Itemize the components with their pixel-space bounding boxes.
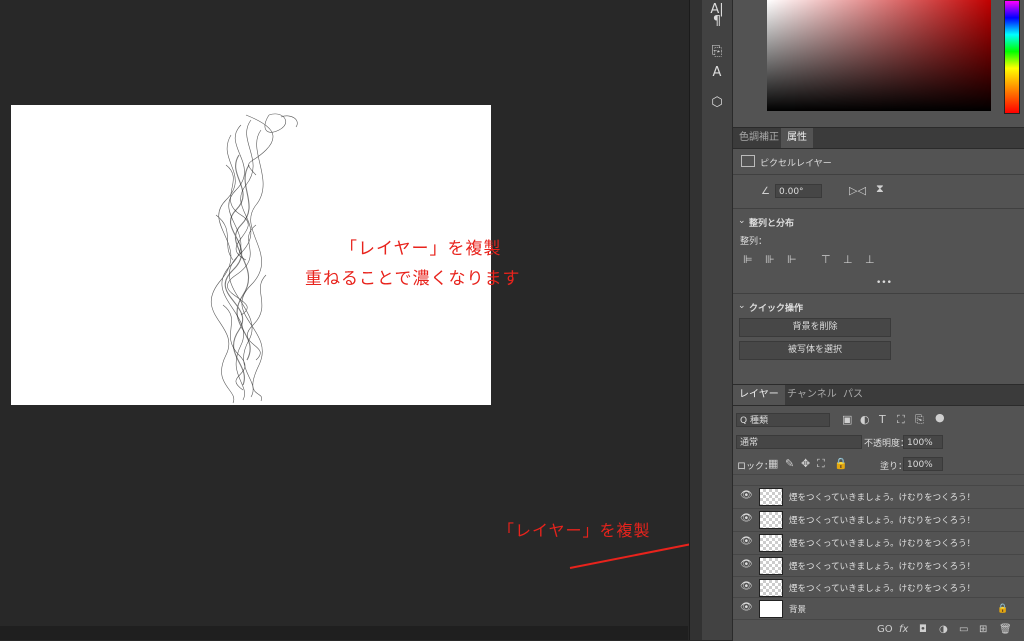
layers-tabbar: レイヤー チャンネル パス	[733, 384, 1024, 406]
align-top-icon[interactable]: ⊤	[821, 254, 831, 266]
layer-thumbnail	[759, 557, 783, 575]
canvas-annotation-line1: 「レイヤー」を複製	[340, 239, 502, 259]
paragraph-icon[interactable]: ¶	[706, 12, 728, 32]
new-layer-icon[interactable]: ⊞	[979, 624, 987, 635]
layer-name: 煙をつくっていきましょう。けむりをつくろう！	[789, 539, 976, 549]
layer-row-background[interactable]: 👁 背景 🔒	[733, 597, 1024, 619]
layer-thumbnail	[759, 534, 783, 552]
layer-row[interactable]: 👁 煙をつくっていきましょう。けむりをつくろう！	[733, 531, 1024, 553]
panel-icon-column: A| ¶ ⎘ A ⬡	[702, 0, 733, 640]
filter-smart-object-icon[interactable]: ⎘	[915, 414, 924, 426]
horizontal-scrollbar[interactable]	[0, 626, 688, 640]
angle-icon: ∠	[761, 186, 770, 197]
eye-icon[interactable]: 👁	[740, 560, 753, 570]
remove-background-button[interactable]: 背景を削除	[739, 318, 891, 337]
new-group-icon[interactable]: ▭	[959, 624, 968, 635]
layer-name: 煙をつくっていきましょう。けむりをつくろう！	[789, 584, 976, 594]
filter-pixel-icon[interactable]: ▣	[842, 414, 852, 426]
layer-name: 煙をつくっていきましょう。けむりをつくろう！	[789, 493, 976, 503]
layer-filter-select[interactable]: Q 種類	[736, 413, 830, 427]
align-right-icon[interactable]: ⊩	[787, 254, 797, 266]
flip-horizontal-icon[interactable]: ▷◁	[849, 185, 866, 197]
divider	[733, 293, 1024, 294]
lock-transparent-icon[interactable]: ▦	[768, 458, 778, 470]
layer-row[interactable]: 👁 煙をつくっていきましょう。けむりをつくろう！	[733, 576, 1024, 598]
3d-cube-icon[interactable]: ⬡	[706, 93, 728, 113]
quick-actions-title: クイック操作	[749, 304, 804, 314]
eye-icon[interactable]: 👁	[740, 491, 753, 501]
layer-thumbnail	[759, 600, 783, 618]
adjustment-layer-icon[interactable]: ◑	[939, 624, 948, 635]
select-subject-button[interactable]: 被写体を選択	[739, 341, 891, 360]
tab-properties[interactable]: 属性	[781, 128, 813, 148]
tab-channels[interactable]: チャンネル	[781, 385, 843, 405]
color-picker-field[interactable]	[767, 0, 991, 111]
add-mask-icon[interactable]: ◘	[919, 624, 927, 635]
align-section-title: 整列と分布	[749, 219, 795, 229]
layer-row[interactable]: 👁 煙をつくっていきましょう。けむりをつくろう！	[733, 554, 1024, 576]
layers-footer: GO fx ◘ ◑ ▭ ⊞ 🗑	[733, 619, 1024, 641]
layer-thumbnail	[759, 488, 783, 506]
filter-shape-icon[interactable]: ⛶	[897, 414, 905, 426]
align-center-h-icon[interactable]: ⊪	[765, 254, 775, 266]
eye-icon[interactable]: 👁	[740, 582, 753, 592]
layer-name: 煙をつくっていきましょう。けむりをつくろう！	[789, 562, 976, 572]
glyph-icon[interactable]: ⎘	[706, 42, 728, 62]
lock-position-icon[interactable]: ✥	[801, 458, 810, 470]
panel-divider[interactable]	[689, 0, 702, 640]
lock-all-icon[interactable]: 🔒	[834, 458, 848, 470]
filter-toggle-icon[interactable]: ●	[935, 412, 945, 424]
eye-icon[interactable]: 👁	[740, 514, 753, 524]
flip-vertical-icon[interactable]: ⧗	[876, 183, 884, 195]
fill-field[interactable]: 100%	[903, 457, 943, 471]
blend-mode-select[interactable]: 通常	[736, 435, 862, 449]
chevron-down-icon[interactable]: ⌄	[738, 301, 746, 311]
properties-tabbar: 色調補正 属性	[733, 127, 1024, 149]
eye-icon[interactable]: 👁	[740, 537, 753, 547]
tab-layers[interactable]: レイヤー	[733, 385, 785, 405]
more-options-icon[interactable]: •••	[876, 278, 892, 288]
filter-type-icon[interactable]: T	[879, 414, 886, 426]
angle-field[interactable]: 0.00°	[775, 184, 822, 198]
trash-icon[interactable]: 🗑	[999, 624, 1012, 635]
lock-paint-icon[interactable]: ✎	[785, 458, 794, 470]
tab-paths[interactable]: パス	[837, 385, 869, 405]
lock-artboard-icon[interactable]: ⛶	[817, 458, 825, 470]
layer-row-partial[interactable]	[733, 474, 1024, 485]
divider	[733, 174, 1024, 175]
canvas-annotation-line2: 重ねることで濃くなります	[305, 269, 521, 289]
align-middle-v-icon[interactable]: ⊥	[843, 254, 853, 266]
character-style-icon[interactable]: A	[706, 63, 728, 83]
hue-slider[interactable]	[1004, 0, 1020, 114]
pixel-layer-icon	[741, 155, 755, 167]
tab-adjustments[interactable]: 色調補正	[733, 128, 785, 148]
layer-name: 煙をつくっていきましょう。けむりをつくろう！	[789, 516, 976, 526]
layer-thumbnail	[759, 579, 783, 597]
align-left-icon[interactable]: ⊫	[743, 254, 753, 266]
layer-row[interactable]: 👁 煙をつくっていきましょう。けむりをつくろう！	[733, 508, 1024, 530]
layer-name: 背景	[789, 605, 807, 615]
fx-icon[interactable]: fx	[899, 624, 908, 635]
chevron-down-icon[interactable]: ⌄	[738, 216, 746, 226]
filter-adjustment-icon[interactable]: ◐	[860, 414, 870, 426]
align-label: 整列：	[740, 237, 768, 247]
layer-row[interactable]: 👁 煙をつくっていきましょう。けむりをつくろう！	[733, 485, 1024, 507]
divider	[733, 208, 1024, 209]
link-layers-icon[interactable]: GO	[877, 624, 893, 635]
lock-icon: 🔒	[997, 604, 1009, 614]
eye-icon[interactable]: 👁	[740, 603, 753, 613]
layer-thumbnail	[759, 511, 783, 529]
align-bottom-icon[interactable]: ⊥	[865, 254, 875, 266]
opacity-field[interactable]: 100%	[903, 435, 943, 449]
layer-kind-label: ピクセルレイヤー	[760, 159, 832, 169]
